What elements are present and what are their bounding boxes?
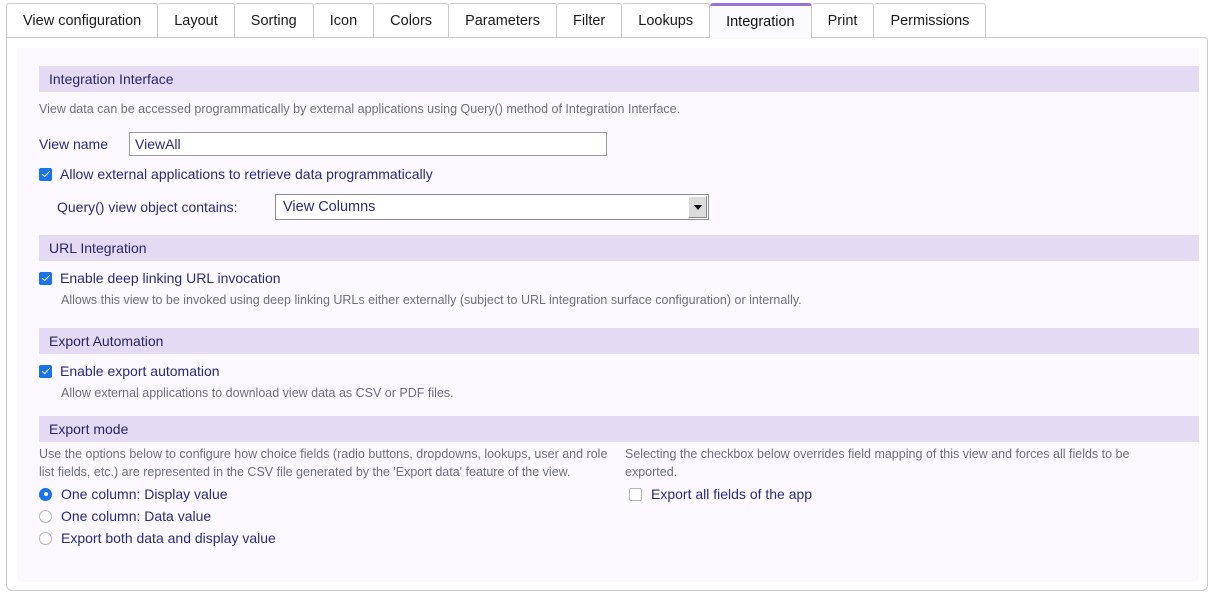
export-automation-description: Allow external applications to download … [61,385,1181,402]
tab-permissions[interactable]: Permissions [874,3,986,39]
tab-sorting[interactable]: Sorting [235,3,314,39]
tab-integration[interactable]: Integration [710,3,812,39]
export-all-fields-label: Export all fields of the app [651,486,812,502]
tab-layout[interactable]: Layout [158,3,235,39]
export-mode-left-description: Use the options below to configure how c… [39,445,609,481]
tab-print[interactable]: Print [812,3,875,39]
view-name-input[interactable] [129,132,607,156]
export-mode-option-data-value[interactable]: One column: Data value [39,508,211,524]
deep-linking-description: Allows this view to be invoked using dee… [61,292,1181,309]
export-all-fields-checkbox[interactable] [629,488,642,501]
export-mode-option-label: Export both data and display value [61,530,276,546]
section-title: Export mode [49,421,128,437]
export-mode-right-description: Selecting the checkbox below overrides f… [625,445,1185,481]
export-all-fields-row[interactable]: Export all fields of the app [629,486,812,502]
tab-label: Permissions [890,13,969,29]
allow-external-access-row[interactable]: Allow external applications to retrieve … [39,166,433,182]
export-automation-label: Enable export automation [60,363,220,379]
section-title: Export Automation [49,333,163,349]
export-automation-checkbox[interactable] [39,365,52,378]
chevron-down-icon[interactable] [688,196,707,218]
view-name-label: View name [39,136,129,152]
integration-interface-description: View data can be accessed programmatical… [39,100,1159,118]
query-object-row: Query() view object contains: View Colum… [57,194,709,220]
section-header-url-integration: URL Integration [39,235,1199,261]
tab-label: Icon [330,13,357,29]
export-automation-row[interactable]: Enable export automation [39,363,220,379]
allow-external-access-label: Allow external applications to retrieve … [60,166,433,182]
tab-view-configuration[interactable]: View configuration [6,3,158,39]
tab-label: Lookups [638,13,693,29]
tab-lookups[interactable]: Lookups [622,3,710,39]
export-mode-option-label: One column: Data value [61,508,211,524]
tab-colors[interactable]: Colors [374,3,449,39]
tab-parameters[interactable]: Parameters [449,3,557,39]
tab-label: Sorting [251,13,297,29]
section-header-export-mode: Export mode [39,416,1199,442]
view-name-row: View name [39,132,607,156]
allow-external-access-checkbox[interactable] [39,168,52,181]
export-mode-option-label: One column: Display value [61,486,228,502]
section-header-export-automation: Export Automation [39,328,1199,354]
tab-filter[interactable]: Filter [557,3,622,39]
deep-linking-checkbox[interactable] [39,272,52,285]
integration-content-area: Integration Interface View data can be a… [17,48,1199,582]
tab-icon[interactable]: Icon [314,3,374,39]
query-object-selected-value: View Columns [276,199,375,215]
query-object-select[interactable]: View Columns [275,194,709,220]
deep-linking-row[interactable]: Enable deep linking URL invocation [39,270,281,286]
radio-data-value[interactable] [39,510,52,523]
radio-both-values[interactable] [39,532,52,545]
section-title: URL Integration [49,240,147,256]
radio-display-value[interactable] [39,488,52,501]
tab-label: Colors [390,13,432,29]
tab-label: Parameters [465,13,540,29]
export-mode-option-both[interactable]: Export both data and display value [39,530,276,546]
tab-label: Layout [174,13,218,29]
section-title: Integration Interface [49,71,174,87]
integration-settings-panel: Integration Interface View data can be a… [6,37,1208,591]
tab-label: Print [828,13,858,29]
view-settings-tabs: View configuration Layout Sorting Icon C… [0,0,1214,38]
tab-label: Integration [726,14,795,30]
export-mode-option-display-value[interactable]: One column: Display value [39,486,228,502]
tab-label: View configuration [23,13,141,29]
query-object-label: Query() view object contains: [57,199,275,215]
deep-linking-label: Enable deep linking URL invocation [60,270,281,286]
tab-label: Filter [573,13,605,29]
section-header-integration-interface: Integration Interface [39,66,1199,92]
